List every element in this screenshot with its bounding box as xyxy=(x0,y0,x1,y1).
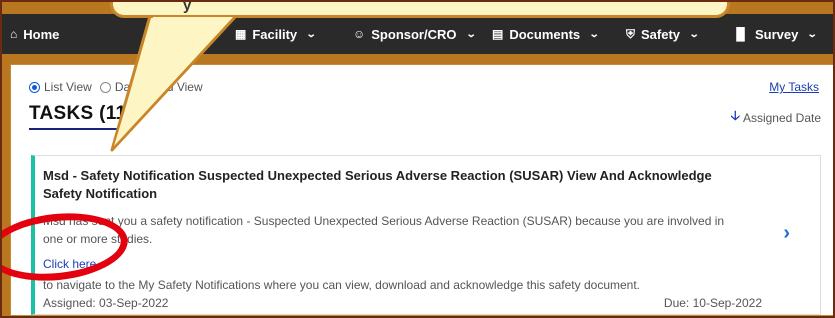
screenshot-frame: ⌂ Home ▦ Facility ⌄ ☺ Sponsor/CRO ⌄ ▤ Do… xyxy=(0,0,835,318)
callout-pointer-fill xyxy=(114,17,233,146)
